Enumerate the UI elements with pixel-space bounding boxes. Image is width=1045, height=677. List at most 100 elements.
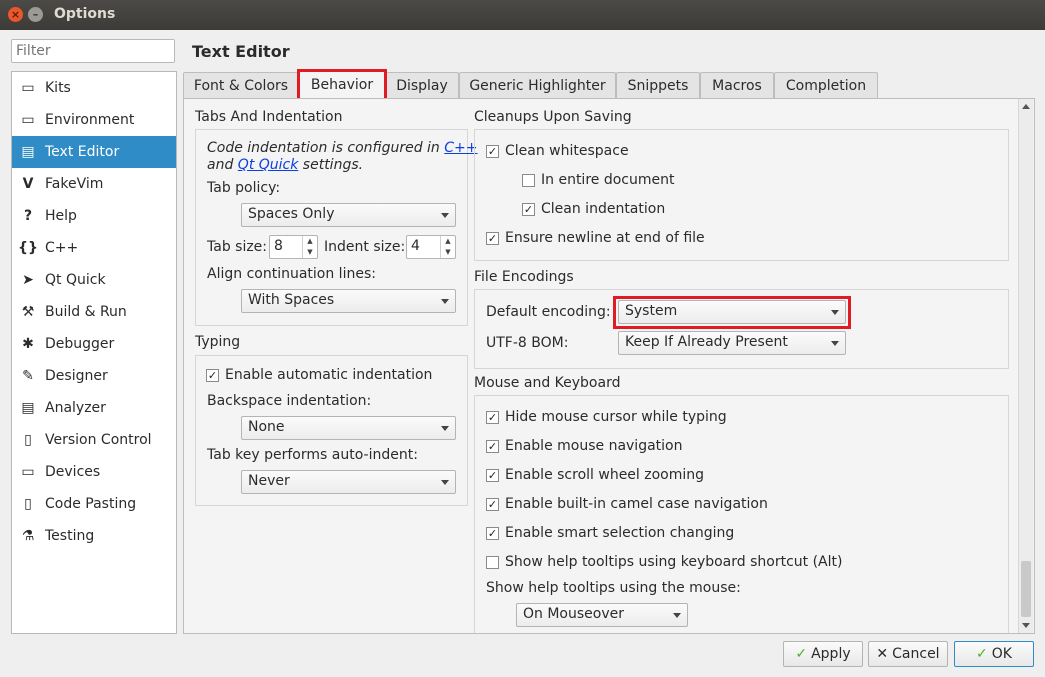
spin-arrows-icon[interactable]: ▲ ▼ [440, 236, 455, 258]
backspace-indent-combo[interactable]: None [241, 416, 456, 440]
apply-button[interactable]: ✓ Apply [783, 641, 863, 667]
cancel-x-icon: ✕ [876, 646, 889, 662]
scroll-up-icon[interactable] [1022, 104, 1030, 109]
ok-button[interactable]: ✓ OK [954, 641, 1034, 667]
tab-key-label: Tab key performs auto-indent: [207, 447, 418, 463]
smart-selection-checkbox[interactable]: ✓ [486, 527, 499, 540]
help-mouse-combo[interactable]: On Mouseover [516, 603, 688, 627]
code-pasting-icon: ▯ [24, 496, 32, 512]
auto-indent-checkbox[interactable]: ✓ [206, 369, 219, 382]
align-continuation-label: Align continuation lines: [207, 266, 376, 282]
hammer-icon: ⚒ [21, 304, 35, 320]
sidebar-item-label: Version Control [45, 432, 152, 448]
group-title-tabs-indentation: Tabs And Indentation [195, 109, 343, 125]
hide-cursor-checkbox[interactable]: ✓ [486, 411, 499, 424]
sidebar-item-debugger[interactable]: ✱ Debugger [12, 328, 176, 360]
sidebar-item-devices[interactable]: ▭ Devices [12, 456, 176, 488]
testing-icon: ⚗ [21, 528, 35, 544]
group-title-mouse-keyboard: Mouse and Keyboard [474, 375, 621, 391]
sidebar-item-label: Designer [45, 368, 108, 384]
backspace-indent-label: Backspace indentation: [207, 393, 372, 409]
minimize-window-icon[interactable]: – [28, 7, 43, 22]
sidebar-item-version-control[interactable]: ▯ Version Control [12, 424, 176, 456]
braces-icon: {} [18, 240, 38, 256]
tab-size-label: Tab size: [207, 239, 268, 255]
sidebar-item-label: FakeVim [45, 176, 104, 192]
tab-size-spinbox[interactable]: 8 ▲ ▼ [269, 235, 318, 259]
chevron-down-icon [831, 341, 839, 346]
sidebar-item-qt-quick[interactable]: ➤ Qt Quick [12, 264, 176, 296]
camel-case-checkbox[interactable]: ✓ [486, 498, 499, 511]
ensure-newline-label: Ensure newline at end of file [505, 230, 705, 246]
clean-indentation-checkbox[interactable]: ✓ [522, 203, 535, 216]
cancel-button[interactable]: ✕ Cancel [868, 641, 948, 667]
ensure-newline-checkbox[interactable]: ✓ [486, 232, 499, 245]
sidebar-item-label: Devices [45, 464, 101, 480]
tab-generic-highlighter[interactable]: Generic Highlighter [459, 72, 616, 98]
kits-icon: ▭ [21, 80, 35, 96]
qtquick-settings-link[interactable]: Qt Quick [238, 157, 299, 173]
version-control-icon: ▯ [24, 432, 32, 448]
tab-policy-combo[interactable]: Spaces Only [241, 203, 456, 227]
cpp-settings-link[interactable]: C++ [444, 140, 477, 156]
help-keyboard-checkbox[interactable] [486, 556, 499, 569]
tab-macros[interactable]: Macros [700, 72, 774, 98]
fakevim-icon: V [22, 176, 34, 192]
tab-completion[interactable]: Completion [774, 72, 878, 98]
group-title-typing: Typing [195, 334, 241, 350]
sidebar-item-label: Build & Run [45, 304, 127, 320]
sidebar-item-c[interactable]: {} C++ [12, 232, 176, 264]
utf8-bom-combo[interactable]: Keep If Already Present [618, 331, 846, 355]
close-window-icon[interactable]: × [8, 7, 23, 22]
tab-key-combo[interactable]: Never [241, 470, 456, 494]
filter-input[interactable] [11, 39, 175, 63]
bug-icon: ✱ [22, 336, 34, 352]
indent-size-label: Indent size: [324, 239, 406, 255]
default-encoding-combo[interactable]: System [618, 300, 846, 324]
smart-selection-label: Enable smart selection changing [505, 525, 735, 541]
chevron-down-icon [441, 213, 449, 218]
qtquick-icon: ➤ [22, 272, 34, 288]
scrollbar-thumb[interactable] [1021, 561, 1031, 617]
window-titlebar: × – Options [0, 0, 1045, 30]
devices-icon: ▭ [21, 464, 35, 480]
sidebar-item-environment[interactable]: ▭ Environment [12, 104, 176, 136]
help-icon: ? [23, 208, 33, 224]
sidebar-item-fakevim[interactable]: V FakeVim [12, 168, 176, 200]
sidebar-item-analyzer[interactable]: ▤ Analyzer [12, 392, 176, 424]
analyzer-icon: ▤ [21, 400, 35, 416]
entire-document-checkbox[interactable] [522, 174, 535, 187]
panel-scrollbar[interactable] [1018, 99, 1033, 633]
sidebar-item-code-pasting[interactable]: ▯ Code Pasting [12, 488, 176, 520]
mouse-keyboard-group [474, 395, 1009, 633]
sidebar-item-text-editor[interactable]: ▤ Text Editor [12, 136, 176, 168]
page-title: Text Editor [192, 42, 290, 61]
sidebar-item-help[interactable]: ? Help [12, 200, 176, 232]
utf8-bom-label: UTF-8 BOM: [486, 335, 569, 351]
chevron-down-icon [831, 310, 839, 315]
auto-indent-label: Enable automatic indentation [225, 367, 433, 383]
scroll-zoom-checkbox[interactable]: ✓ [486, 469, 499, 482]
tab-display[interactable]: Display [385, 72, 459, 98]
tab-font-colors[interactable]: Font & Colors [183, 72, 299, 98]
tab-policy-label: Tab policy: [207, 180, 281, 196]
entire-document-label: In entire document [541, 172, 675, 188]
mouse-navigation-label: Enable mouse navigation [505, 438, 683, 454]
indent-size-spinbox[interactable]: 4 ▲ ▼ [406, 235, 456, 259]
sidebar-item-label: Code Pasting [45, 496, 137, 512]
sidebar-item-label: Analyzer [45, 400, 106, 416]
spin-arrows-icon[interactable]: ▲ ▼ [302, 236, 317, 258]
scroll-down-icon[interactable] [1022, 623, 1030, 628]
sidebar-item-kits[interactable]: ▭ Kits [12, 72, 176, 104]
mouse-navigation-checkbox[interactable]: ✓ [486, 440, 499, 453]
align-continuation-combo[interactable]: With Spaces [241, 289, 456, 313]
tab-snippets[interactable]: Snippets [616, 72, 700, 98]
sidebar-item-build-run[interactable]: ⚒ Build & Run [12, 296, 176, 328]
sidebar-item-testing[interactable]: ⚗ Testing [12, 520, 176, 552]
tab-behavior[interactable]: Behavior [299, 70, 385, 98]
clean-indentation-label: Clean indentation [541, 201, 666, 217]
indentation-note-line2: and Qt Quick settings. [207, 157, 364, 173]
sidebar-item-label: C++ [45, 240, 79, 256]
sidebar-item-designer[interactable]: ✎ Designer [12, 360, 176, 392]
clean-whitespace-checkbox[interactable]: ✓ [486, 145, 499, 158]
